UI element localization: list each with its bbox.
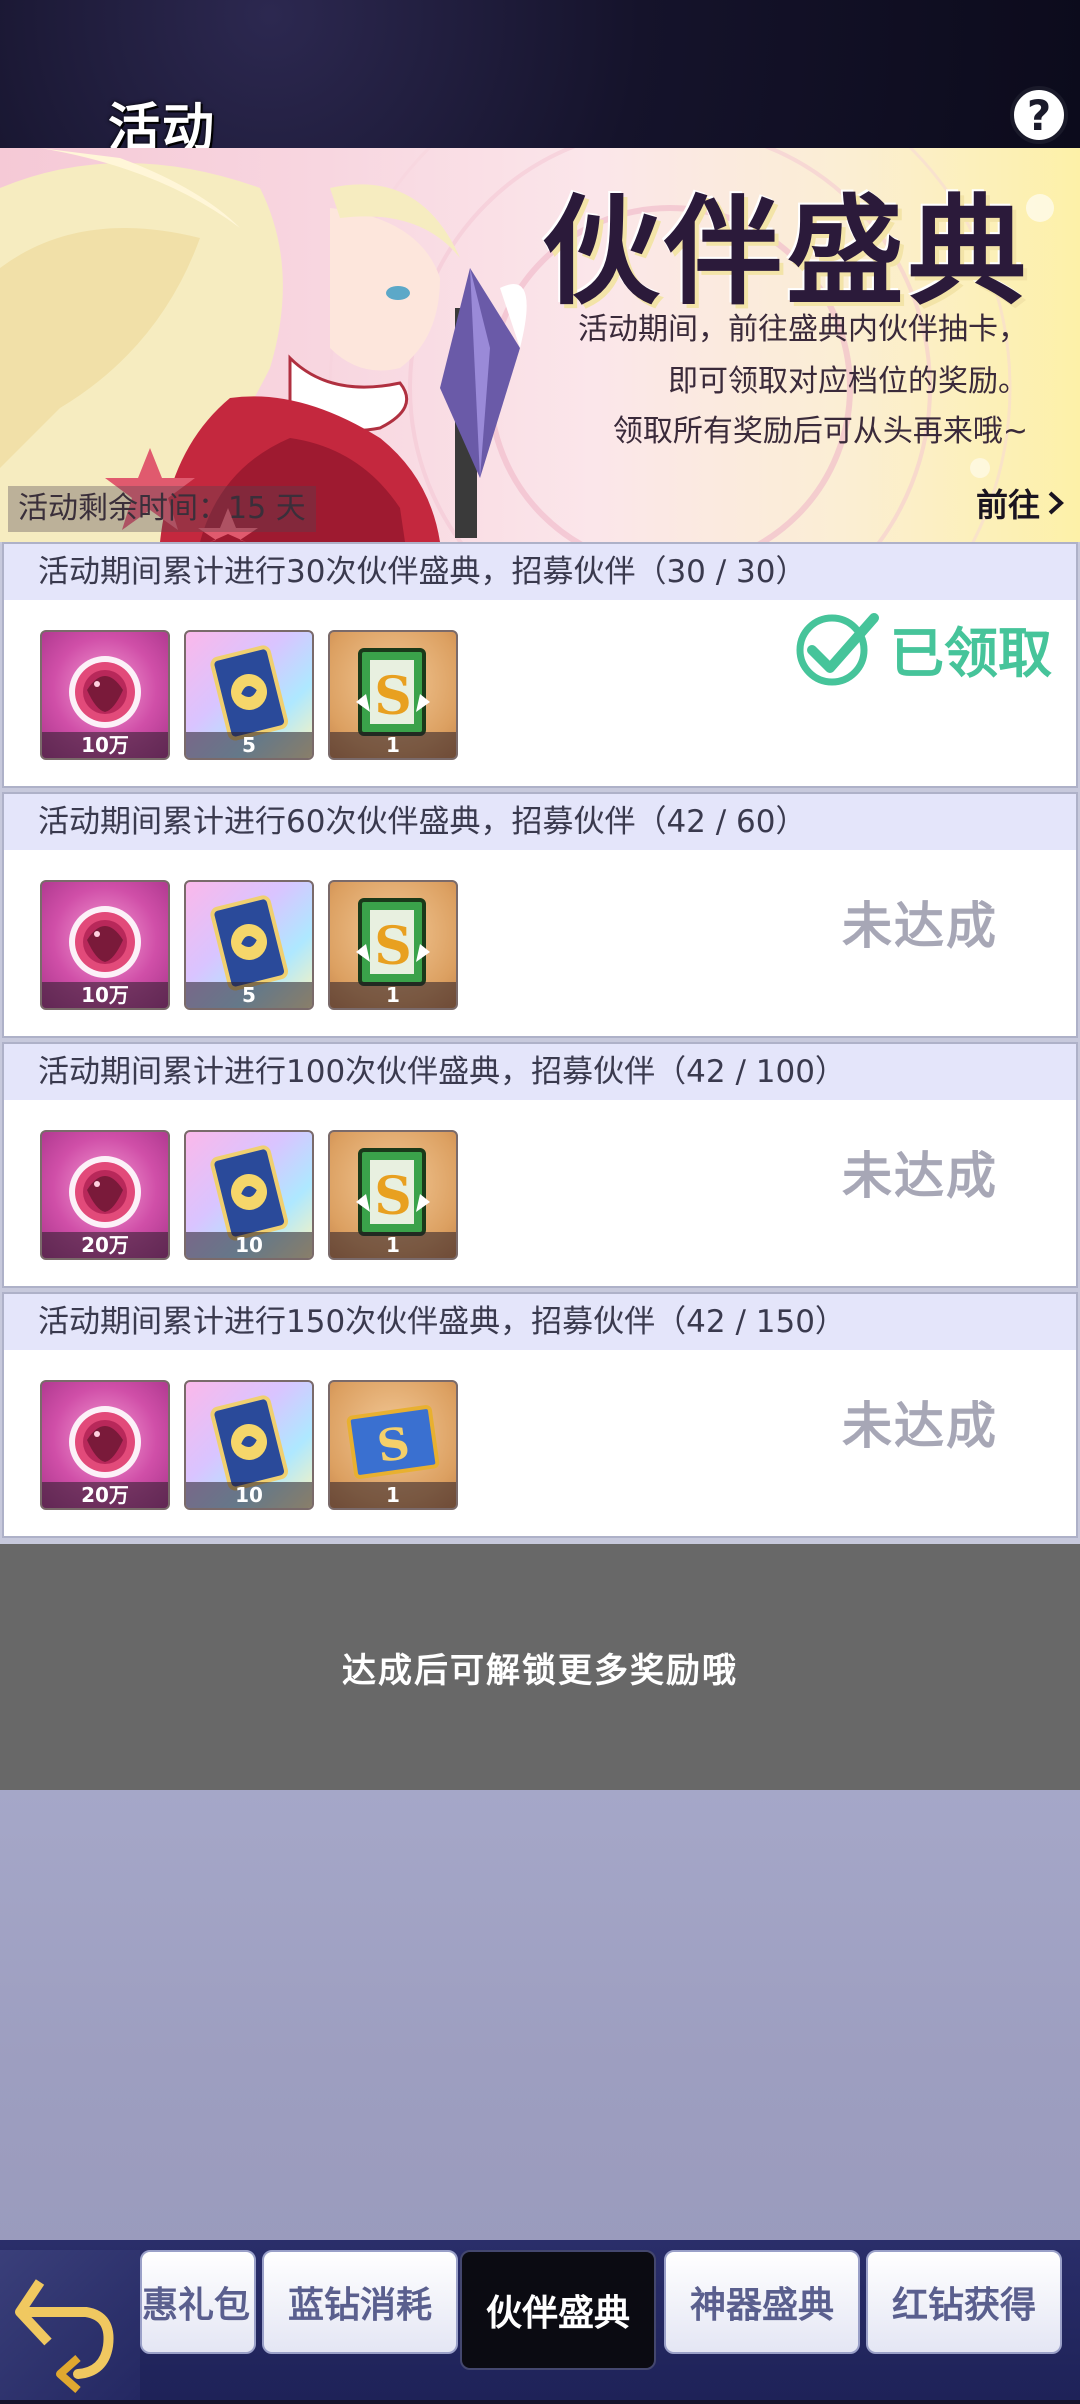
task-card: 活动期间累计进行30次伙伴盛典，招募伙伴（30 / 30） 10万 5 S 1 已领取 — [2, 542, 1078, 788]
reward-count: 5 — [186, 732, 312, 758]
reward-item[interactable]: S1 — [328, 880, 458, 1010]
header-bar: 活动 ? — [0, 0, 1080, 159]
reward-count: 5 — [186, 982, 312, 1008]
banner-description-line: 领取所有奖励后可从头再来哦~ — [612, 414, 1028, 449]
reward-count: 20万 — [42, 1232, 168, 1258]
tab-label: 惠礼包 — [142, 2284, 251, 2326]
character-illustration — [0, 148, 527, 542]
reward-count: 1 — [330, 1232, 456, 1258]
reward-item[interactable]: 5 — [184, 630, 314, 760]
reward-count: 10 — [186, 1482, 312, 1508]
reward-item[interactable]: 20万 — [40, 1380, 170, 1510]
chevron-right-icon — [1048, 491, 1064, 515]
unlock-hint-panel: 达成后可解锁更多奖励哦 — [0, 1544, 1080, 1790]
reward-item[interactable]: 10万 — [40, 880, 170, 1010]
task-card: 活动期间累计进行150次伙伴盛典，招募伙伴（42 / 150） 20万 10 S 1 未达… — [2, 1292, 1078, 1538]
tab-label: 神器盛典 — [689, 2284, 834, 2326]
back-button[interactable] — [0, 2250, 140, 2400]
tab-artifact-festival[interactable]: 神器盛典 — [664, 2250, 860, 2354]
reward-count: 1 — [330, 982, 456, 1008]
tab-label: 蓝钻消耗 — [287, 2284, 432, 2326]
status-label: 已领取 — [890, 620, 1052, 685]
reward-count: 10万 — [42, 732, 168, 758]
task-title: 活动期间累计进行30次伙伴盛典，招募伙伴（30 / 30） — [4, 544, 1076, 600]
reward-item[interactable]: 5 — [184, 880, 314, 1010]
reward-item[interactable]: S1 — [328, 1380, 458, 1510]
task-title: 活动期间累计进行60次伙伴盛典，招募伙伴（42 / 60） — [4, 794, 1076, 850]
goto-label: 前往 — [976, 486, 1041, 524]
reward-count: 1 — [330, 1482, 456, 1508]
event-banner: 伙伴盛典 活动期间，前往盛典内伙伴抽卡， 即可领取对应档位的奖励。 领取所有奖励… — [0, 148, 1080, 542]
claimed-status: 已领取 — [794, 608, 1052, 688]
pending-status: 未达成 — [842, 896, 998, 955]
unlock-hint-text: 达成后可解锁更多奖励哦 — [342, 1650, 738, 1691]
reward-count: 10 — [186, 1232, 312, 1258]
tab-partner-festival[interactable]: 伙伴盛典 — [460, 2250, 656, 2370]
reward-item[interactable]: 20万 — [40, 1130, 170, 1260]
tab-blue-diamond-spend[interactable]: 蓝钻消耗 — [262, 2250, 458, 2354]
reward-count: 20万 — [42, 1482, 168, 1508]
banner-description-line: 即可领取对应档位的奖励。 — [668, 364, 1028, 399]
task-card: 活动期间累计进行100次伙伴盛典，招募伙伴（42 / 100） 20万 10 S 1 未达… — [2, 1042, 1078, 1288]
tab-label: 红钻获得 — [891, 2284, 1036, 2326]
reward-item[interactable]: S1 — [328, 630, 458, 760]
task-card: 活动期间累计进行60次伙伴盛典，招募伙伴（42 / 60） 10万 5 S 1 未达成 — [2, 792, 1078, 1038]
goto-button[interactable]: 前往 — [976, 480, 1066, 526]
banner-description-line: 活动期间，前往盛典内伙伴抽卡， — [578, 312, 1028, 347]
reward-count: 1 — [330, 732, 456, 758]
reward-item[interactable]: 10 — [184, 1130, 314, 1260]
svg-text:S: S — [374, 666, 412, 727]
tab-label: 伙伴盛典 — [485, 2292, 630, 2334]
reward-item[interactable]: S1 — [328, 1130, 458, 1260]
pending-status: 未达成 — [842, 1396, 998, 1455]
checkmark-icon — [796, 613, 879, 686]
tab-red-diamond-earn[interactable]: 红钻获得 — [866, 2250, 1062, 2354]
tab-gift-pack[interactable]: 惠礼包 — [140, 2250, 256, 2354]
svg-text:S: S — [374, 1166, 412, 1227]
task-title: 活动期间累计进行100次伙伴盛典，招募伙伴（42 / 100） — [4, 1044, 1076, 1100]
back-arrow-icon — [15, 2279, 114, 2393]
pending-status: 未达成 — [842, 1146, 998, 1205]
empty-background — [0, 1790, 1080, 2250]
help-icon[interactable]: ? — [1010, 86, 1068, 144]
reward-item[interactable]: 10 — [184, 1380, 314, 1510]
banner-title: 伙伴盛典 — [542, 182, 1031, 321]
reward-count: 10万 — [42, 982, 168, 1008]
remaining-time: 活动剩余时间：15 天 — [8, 486, 316, 532]
svg-text:S: S — [374, 916, 412, 977]
task-title: 活动期间累计进行150次伙伴盛典，招募伙伴（42 / 150） — [4, 1294, 1076, 1350]
reward-item[interactable]: 10万 — [40, 630, 170, 760]
